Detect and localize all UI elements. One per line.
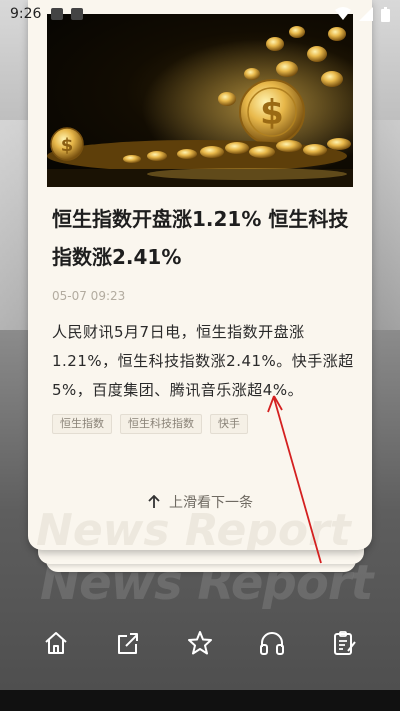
share-icon xyxy=(118,633,138,654)
hero-image: $ $ xyxy=(47,14,353,187)
wifi-icon xyxy=(335,7,351,20)
notes-button[interactable] xyxy=(324,623,364,663)
system-nav-bar xyxy=(0,690,400,711)
notification-icon xyxy=(51,8,64,20)
gold-coins-image: $ $ xyxy=(47,26,353,187)
article-headline: 恒生指数开盘涨1.21% 恒生科技指数涨2.41% xyxy=(52,207,349,269)
article-date: 05-07 09:23 xyxy=(52,289,126,303)
star-icon xyxy=(188,631,212,655)
notification-icon xyxy=(71,8,84,20)
home-button[interactable] xyxy=(36,623,76,663)
svg-text:$: $ xyxy=(260,93,284,133)
tag-kuaishou[interactable]: 快手 xyxy=(210,414,248,434)
battery-icon xyxy=(381,6,390,22)
swipe-up-hint[interactable]: 上滑看下一条 xyxy=(28,492,372,512)
news-card[interactable]: News Report $ $ 恒生指数开盘涨1.21% 恒生科技指数涨2.41… xyxy=(28,0,372,550)
tag-hang-seng-tech-index[interactable]: 恒生科技指数 xyxy=(120,414,202,434)
favorite-button[interactable] xyxy=(180,623,220,663)
tag-hang-seng-index[interactable]: 恒生指数 xyxy=(52,414,112,434)
home-icon xyxy=(45,632,67,654)
arrow-up-icon xyxy=(148,495,160,508)
signal-icon xyxy=(359,7,373,21)
notes-icon xyxy=(334,631,356,655)
status-indicators xyxy=(335,6,390,22)
svg-text:$: $ xyxy=(61,135,74,156)
swipe-up-label: 上滑看下一条 xyxy=(169,495,253,511)
article-body: 人民财讯5月7日电，恒生指数开盘涨1.21%，恒生科技指数涨2.41%。快手涨超… xyxy=(52,323,354,399)
share-button[interactable] xyxy=(108,623,148,663)
status-bar: 9:26 xyxy=(0,0,400,28)
bottom-toolbar xyxy=(0,612,400,674)
status-time: 9:26 xyxy=(10,6,42,22)
headphones-icon xyxy=(260,632,284,655)
tag-list: 恒生指数 恒生科技指数 快手 xyxy=(52,414,248,434)
listen-button[interactable] xyxy=(252,623,292,663)
